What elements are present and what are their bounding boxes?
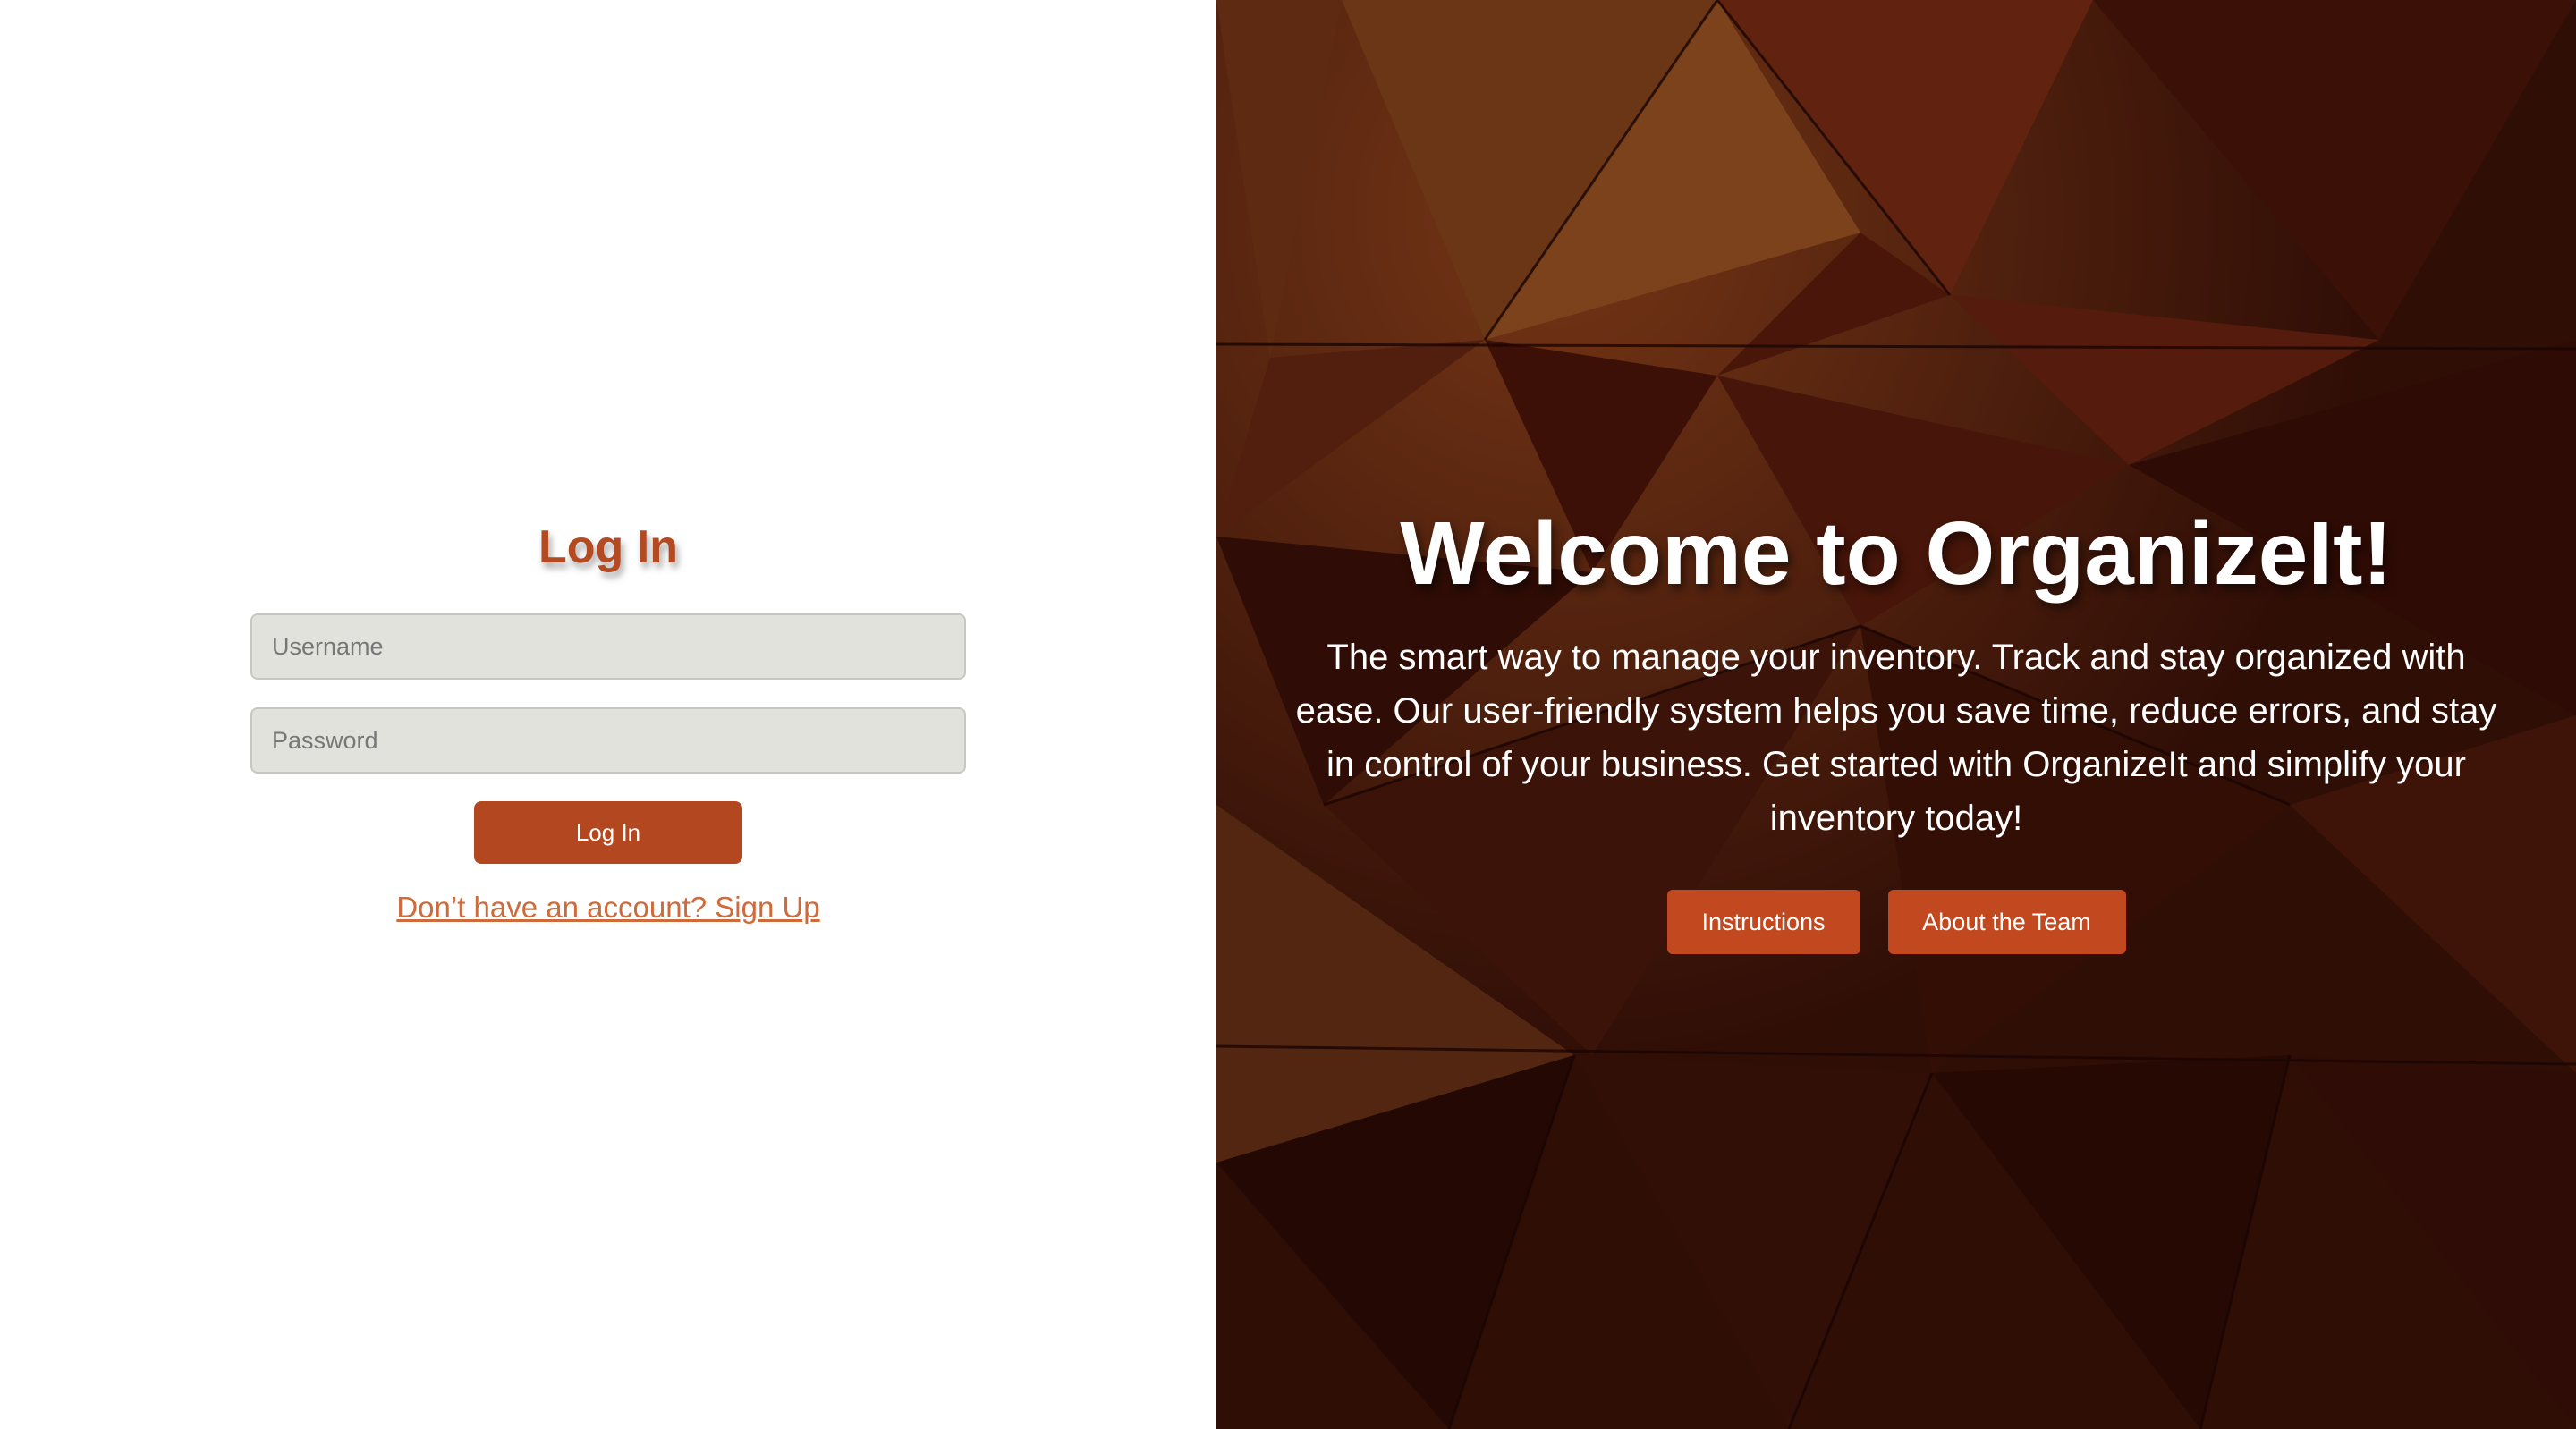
signup-link[interactable]: Don’t have an account? Sign Up [396, 891, 819, 925]
password-input[interactable] [250, 707, 966, 774]
page: Log In Log In Don’t have an account? Sig… [0, 0, 2576, 1429]
instructions-button[interactable]: Instructions [1666, 890, 1860, 954]
login-button[interactable]: Log In [474, 801, 742, 864]
hero-panel: Welcome to OrganizeIt! The smart way to … [1216, 0, 2576, 1429]
username-input[interactable] [250, 613, 966, 680]
hero-title: Welcome to OrganizeIt! [1400, 503, 2393, 604]
login-panel: Log In Log In Don’t have an account? Sig… [0, 0, 1216, 1429]
hero-buttons: Instructions About the Team [1666, 890, 2126, 954]
about-team-button[interactable]: About the Team [1887, 890, 2126, 954]
hero-content: Welcome to OrganizeIt! The smart way to … [1279, 496, 2513, 954]
login-title: Log In [538, 521, 678, 573]
hero-description: The smart way to manage your inventory. … [1295, 638, 2497, 838]
login-form: Log In Log In Don’t have an account? Sig… [250, 510, 966, 925]
